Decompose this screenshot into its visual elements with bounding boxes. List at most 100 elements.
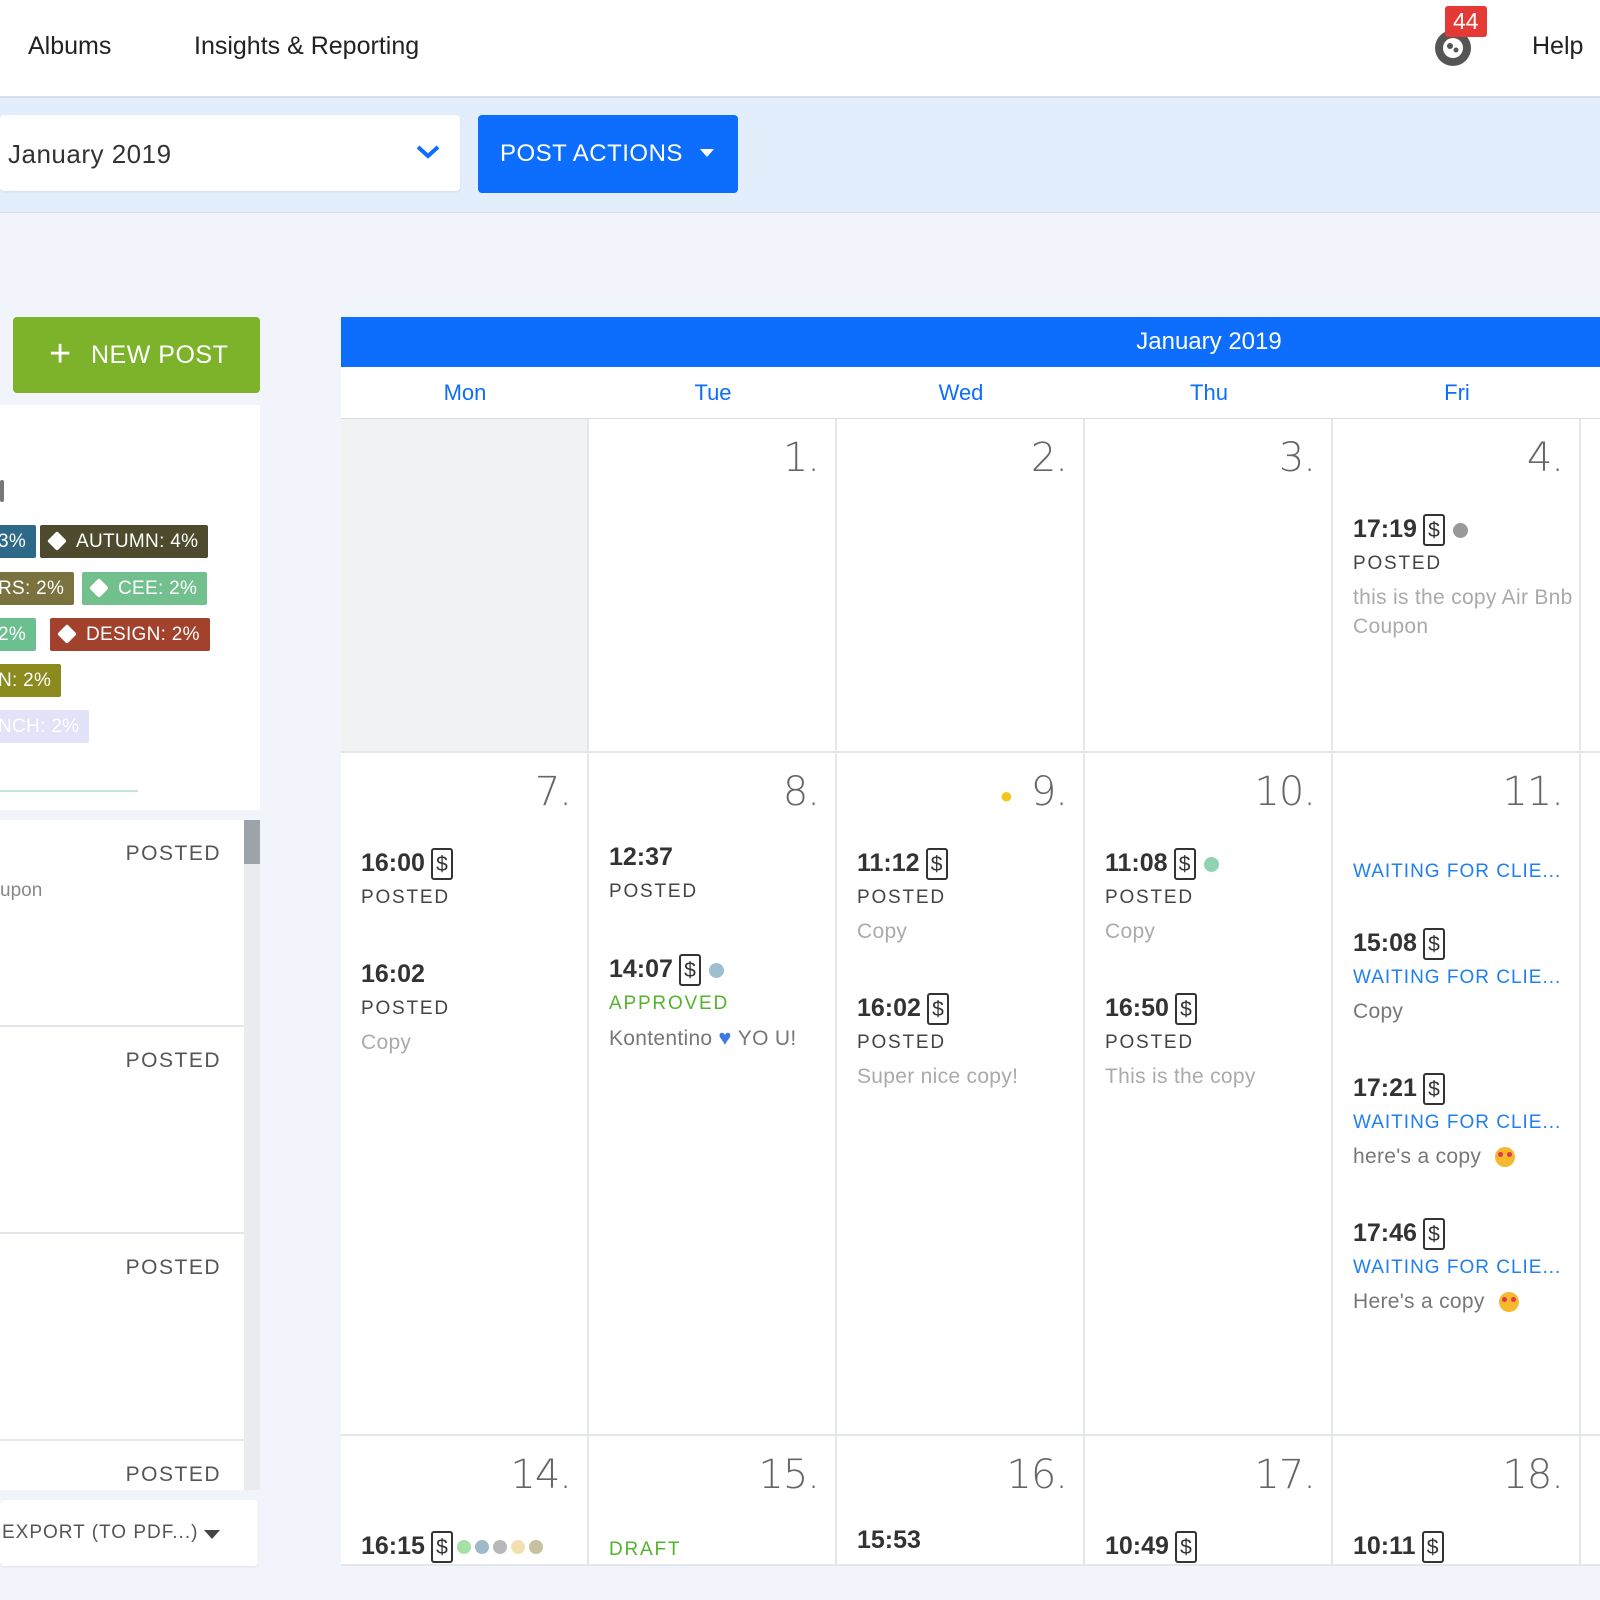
calendar-post[interactable]: 11:12 $ POSTED Copy bbox=[857, 845, 1077, 946]
new-post-label: NEW POST bbox=[91, 341, 229, 369]
export-button[interactable]: EXPORT (TO PDF...) bbox=[0, 1500, 258, 1566]
paid-dollar-icon: $ bbox=[1422, 1073, 1445, 1106]
calendar-post[interactable]: 15:53 bbox=[857, 1522, 1077, 1558]
tag-chip[interactable]: 3% bbox=[0, 525, 37, 558]
tag-chip-autumn[interactable]: AUTUMN: 4% bbox=[40, 525, 209, 558]
day-cell[interactable]: 16. 15:53 bbox=[837, 1436, 1085, 1566]
calendar-post[interactable]: DRAFT bbox=[609, 1533, 829, 1561]
calendar-post[interactable]: 16:50 $ POSTED This is the copy bbox=[1105, 990, 1325, 1091]
top-nav-bar: Albums Insights & Reporting 44 Help bbox=[0, 0, 1600, 98]
day-cell[interactable]: 10. 11:08 $ POSTED Copy 16:50 $ POSTED Thi… bbox=[1085, 753, 1333, 1436]
blue-heart-icon: ♥ bbox=[718, 1025, 732, 1050]
post-status: POSTED bbox=[609, 881, 698, 902]
tags-panel: 3% AUTUMN: 4% RS: 2% CEE: 2% 2% DESIGN: … bbox=[0, 405, 260, 810]
chevron-down-icon bbox=[416, 145, 440, 159]
day-cell[interactable]: 1. bbox=[589, 419, 837, 753]
list-item[interactable]: POSTED bbox=[0, 1027, 244, 1234]
day-cell[interactable]: 17. 10:49 $ bbox=[1085, 1436, 1333, 1566]
post-status: WAITING FOR CLIE... bbox=[1353, 861, 1562, 882]
day-number: 15. bbox=[758, 1452, 820, 1498]
weekday-sat-partial bbox=[1581, 367, 1600, 419]
list-item[interactable]: POSTED bbox=[0, 1441, 244, 1490]
paid-dollar-icon: $ bbox=[1422, 1218, 1445, 1251]
status-dot bbox=[528, 1540, 543, 1555]
calendar-post[interactable]: 10:49 $ bbox=[1105, 1528, 1325, 1564]
tag-icon bbox=[47, 531, 67, 551]
calendar-post[interactable]: WAITING FOR CLIE... bbox=[1353, 855, 1573, 883]
list-item[interactable]: POSTED upon bbox=[0, 820, 244, 1027]
tag-chip[interactable]: 2% bbox=[0, 618, 37, 651]
tag-chip[interactable]: RS: 2% bbox=[0, 572, 75, 605]
paid-dollar-icon: $ bbox=[1173, 848, 1196, 881]
paid-dollar-icon: $ bbox=[1174, 1531, 1197, 1564]
paid-dollar-icon: $ bbox=[925, 848, 948, 881]
tag-chip-cee[interactable]: CEE: 2% bbox=[82, 572, 208, 605]
post-list-scrollbar[interactable] bbox=[244, 820, 260, 1490]
list-item-status: POSTED bbox=[125, 1256, 221, 1279]
calendar-post[interactable]: 12:37 POSTED bbox=[609, 839, 829, 903]
calendar-post[interactable]: 16:15 $ bbox=[361, 1528, 581, 1564]
nav-insights-reporting[interactable]: Insights & Reporting bbox=[194, 32, 419, 61]
new-post-button[interactable]: + NEW POST bbox=[13, 317, 260, 393]
day-cell[interactable]: 4. 17:19 $ POSTED this is the copy Air Bn… bbox=[1333, 419, 1581, 753]
day-cell[interactable]: 8. 12:37 POSTED 14:07 $ APPROVED Kontenti… bbox=[589, 753, 837, 1436]
calendar-post[interactable]: 16:02 POSTED Copy bbox=[361, 956, 581, 1057]
post-copy: Here's a copy bbox=[1353, 1287, 1573, 1316]
day-cell[interactable]: 14. 16:15 $ bbox=[341, 1436, 589, 1566]
nav-albums[interactable]: Albums bbox=[28, 32, 111, 61]
calendar-post[interactable]: 11:08 $ POSTED Copy bbox=[1105, 845, 1325, 946]
post-time: 15:53 bbox=[857, 1526, 921, 1554]
status-dot bbox=[474, 1540, 489, 1555]
day-cell[interactable]: 7. 16:00 $ POSTED 16:02 POSTED Copy bbox=[341, 753, 589, 1436]
post-status: APPROVED bbox=[609, 993, 729, 1014]
post-actions-label: POST ACTIONS bbox=[500, 140, 683, 167]
day-cell-empty bbox=[341, 419, 589, 753]
status-dot bbox=[1452, 522, 1468, 538]
post-copy: Copy bbox=[361, 1031, 412, 1054]
calendar-toolbar: January 2019 POST ACTIONS bbox=[0, 98, 1600, 213]
tag-chip[interactable]: N: 2% bbox=[0, 664, 62, 697]
calendar-month-header: January 2019 bbox=[341, 317, 1600, 367]
calendar-post[interactable]: 17:21 $ WAITING FOR CLIE... here's a copy bbox=[1353, 1070, 1573, 1171]
paid-dollar-icon: $ bbox=[430, 1531, 453, 1564]
plus-icon: + bbox=[49, 333, 72, 375]
day-number: 8. bbox=[782, 769, 820, 815]
day-cell[interactable]: 18. 10:11 $ bbox=[1333, 1436, 1581, 1566]
day-number: 7. bbox=[534, 769, 572, 815]
calendar-post[interactable]: 17:46 $ WAITING FOR CLIE... Here's a copy bbox=[1353, 1215, 1573, 1316]
day-cell[interactable]: 2. bbox=[837, 419, 1085, 753]
post-copy: this is the copy Air Bnb Coupon bbox=[1353, 586, 1573, 638]
heart-eyes-emoji-icon bbox=[1498, 1292, 1519, 1313]
weekday-tue: Tue bbox=[589, 367, 837, 419]
day-cell[interactable]: ● 9. 11:12 $ POSTED Copy 16:02 $ POSTED Su… bbox=[837, 753, 1085, 1436]
post-time: 15:08 $ bbox=[1353, 925, 1573, 961]
nav-help[interactable]: Help bbox=[1532, 32, 1583, 61]
post-time: 17:21 $ bbox=[1353, 1070, 1573, 1106]
day-cell[interactable]: 3. bbox=[1085, 419, 1333, 753]
post-time: 16:00 $ bbox=[361, 845, 581, 881]
post-status: WAITING FOR CLIE... bbox=[1353, 1257, 1562, 1278]
calendar-post[interactable]: 10:11 $ bbox=[1353, 1528, 1573, 1564]
post-actions-button[interactable]: POST ACTIONS bbox=[478, 115, 738, 193]
post-list: POSTED upon POSTED POSTED POSTED bbox=[0, 820, 244, 1490]
weekday-thu: Thu bbox=[1085, 367, 1333, 419]
day-cell[interactable]: 11. WAITING FOR CLIE... 15:08 $ WAITING F… bbox=[1333, 753, 1581, 1436]
day-number: 4. bbox=[1526, 435, 1564, 481]
calendar-post[interactable]: 14:07 $ APPROVED Kontentino ♥ YO U! bbox=[609, 951, 829, 1053]
calendar-post[interactable]: 17:19 $ POSTED this is the copy Air Bnb C… bbox=[1353, 511, 1573, 641]
status-dot bbox=[1203, 856, 1219, 872]
scrollbar-thumb[interactable] bbox=[244, 820, 260, 864]
month-select-value: January 2019 bbox=[8, 139, 172, 169]
calendar-post[interactable]: 16:00 $ POSTED bbox=[361, 845, 581, 909]
day-number: 9. bbox=[1030, 769, 1068, 815]
list-item[interactable]: POSTED bbox=[0, 1234, 244, 1441]
post-copy: Copy bbox=[857, 920, 908, 943]
post-time: 17:46 $ bbox=[1353, 1215, 1573, 1251]
calendar-post[interactable]: 16:02 $ POSTED Super nice copy! bbox=[857, 990, 1077, 1091]
tag-icon bbox=[89, 578, 109, 598]
tag-chip-design[interactable]: DESIGN: 2% bbox=[50, 618, 210, 651]
month-select[interactable]: January 2019 bbox=[0, 115, 460, 191]
day-cell[interactable]: 15. DRAFT bbox=[589, 1436, 837, 1566]
tag-chip[interactable]: NCH: 2% bbox=[0, 710, 90, 743]
calendar-post[interactable]: 15:08 $ WAITING FOR CLIE... Copy bbox=[1353, 925, 1573, 1026]
